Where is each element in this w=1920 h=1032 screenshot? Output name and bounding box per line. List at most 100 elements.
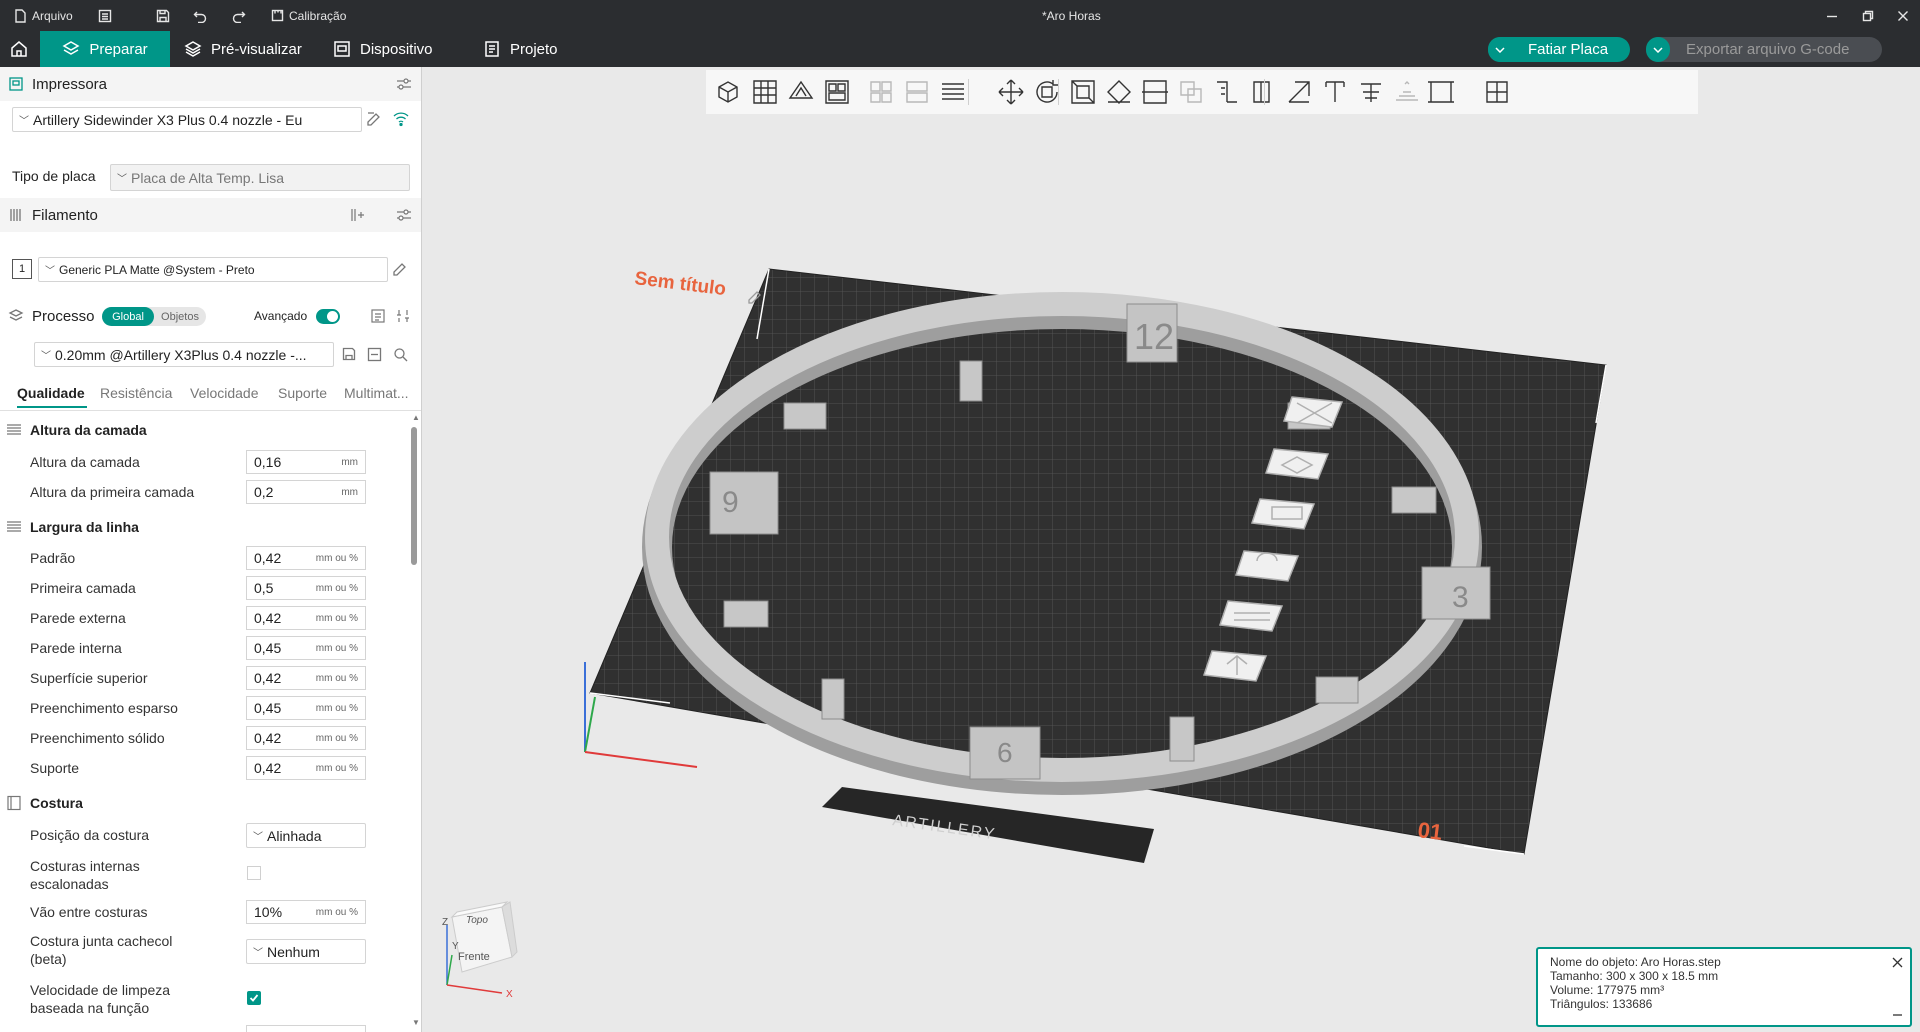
close-info-icon[interactable] bbox=[1892, 957, 1903, 968]
delete-plate-icon[interactable] bbox=[1282, 396, 1344, 428]
tab-suporte[interactable]: Suporte bbox=[278, 385, 327, 401]
list-menu-button[interactable] bbox=[98, 0, 112, 31]
first-layer-height-input[interactable]: 0,2 mm bbox=[246, 480, 366, 504]
tab-pre-visualizar[interactable]: Pré-visualizar bbox=[184, 31, 302, 67]
scroll-down-icon[interactable]: ▼ bbox=[412, 1018, 420, 1027]
save-preset-button[interactable] bbox=[339, 344, 359, 364]
process-profile-select[interactable]: ﹀ 0.20mm @Artillery X3Plus 0.4 nozzle -.… bbox=[34, 342, 334, 367]
cube-x-axis bbox=[446, 984, 503, 994]
line-width-inner-wall-input[interactable]: 0,45 mm ou % bbox=[246, 636, 366, 660]
object-triangles: Triângulos: 133686 bbox=[1550, 997, 1653, 1011]
layer-height-input[interactable]: 0,16 mm bbox=[246, 450, 366, 474]
printer-settings-sliders-icon[interactable] bbox=[396, 77, 412, 91]
filament-settings-sliders-icon[interactable] bbox=[396, 208, 412, 222]
tab-resistencia[interactable]: Resistência bbox=[100, 385, 172, 401]
line-width-icon bbox=[7, 521, 21, 532]
scrollbar-thumb[interactable] bbox=[411, 427, 417, 565]
undo-button[interactable] bbox=[193, 0, 207, 31]
filament-select[interactable]: ﹀ Generic PLA Matte @System - Preto bbox=[38, 257, 388, 282]
filament-slot-badge[interactable]: 1 bbox=[12, 259, 32, 279]
hour-marker-12[interactable]: 12 bbox=[1126, 303, 1178, 363]
minimize-info-icon[interactable] bbox=[1892, 1009, 1903, 1020]
search-settings-button[interactable] bbox=[390, 344, 410, 364]
seam-gap-input[interactable]: 10% mm ou % bbox=[246, 900, 366, 924]
settings-scrollbar[interactable]: ▲ ▼ bbox=[409, 413, 420, 1030]
scope-objects-button[interactable]: Objetos bbox=[154, 307, 206, 326]
add-filament-icon[interactable] bbox=[350, 207, 366, 223]
scope-global-button[interactable]: Global bbox=[102, 307, 154, 326]
tab-projeto-label: Projeto bbox=[510, 40, 558, 58]
scroll-up-icon[interactable]: ▲ bbox=[412, 413, 420, 422]
process-scope-toggle: Global Objetos bbox=[102, 307, 206, 326]
calibration-menu-button[interactable]: Calibração bbox=[271, 0, 346, 31]
tab-multimat[interactable]: Multimat... bbox=[344, 385, 409, 401]
build-plate-scene[interactable]: ARTILLERY 12 3 6 9 Sem título 01 bbox=[422, 67, 1920, 1032]
arrange-plate-icon[interactable] bbox=[1264, 448, 1330, 480]
scope-objects-label: Objetos bbox=[161, 310, 199, 323]
minimize-button[interactable] bbox=[1826, 0, 1838, 31]
object-name: Nome do objeto: Aro Horas.step bbox=[1550, 955, 1721, 969]
hour-marker-3[interactable]: 3 bbox=[1421, 566, 1491, 620]
line-width-support-input[interactable]: 0,42 mm ou % bbox=[246, 756, 366, 780]
tab-dispositivo[interactable]: Dispositivo bbox=[333, 31, 433, 67]
redo-button[interactable] bbox=[232, 0, 246, 31]
line-width-first-layer-label: Primeira camada bbox=[30, 580, 136, 596]
line-width-default-input[interactable]: 0,42 mm ou % bbox=[246, 546, 366, 570]
group-line-width-title: Largura da linha bbox=[30, 519, 139, 535]
close-window-button[interactable] bbox=[1897, 0, 1909, 31]
plate-number-label: 01 bbox=[1416, 817, 1443, 845]
move-plate-up-icon[interactable] bbox=[1202, 650, 1268, 682]
filament-section-header[interactable]: Filamento bbox=[0, 198, 421, 232]
file-menu-button[interactable]: Arquivo bbox=[14, 0, 73, 31]
seam-position-select[interactable]: ﹀ Alinhada bbox=[246, 823, 366, 848]
line-width-solid-infill-input[interactable]: 0,42 mm ou % bbox=[246, 726, 366, 750]
save-button[interactable] bbox=[156, 0, 170, 31]
advanced-toggle[interactable] bbox=[316, 309, 340, 324]
view-cube[interactable]: Topo Frente Z Y X bbox=[422, 897, 542, 1032]
line-width-support-unit: mm ou % bbox=[315, 762, 358, 774]
next-setting-input-partial[interactable] bbox=[246, 1025, 366, 1032]
export-gcode-button[interactable]: Exportar arquivo G-code bbox=[1646, 37, 1882, 62]
hour-marker-9[interactable]: 9 bbox=[709, 471, 779, 535]
printer-connection-button[interactable] bbox=[391, 109, 411, 129]
line-width-sparse-infill-input[interactable]: 0,45 mm ou % bbox=[246, 696, 366, 720]
edit-printer-button[interactable] bbox=[364, 109, 384, 129]
printer-select[interactable]: ﹀ Artillery Sidewinder X3 Plus 0.4 nozzl… bbox=[12, 107, 362, 132]
slice-dropdown-chevron-icon[interactable] bbox=[1488, 37, 1512, 62]
seam-position-value: Alinhada bbox=[267, 827, 322, 844]
collapse-preset-button[interactable] bbox=[364, 344, 384, 364]
scarf-seam-select[interactable]: ﹀ Nenhum bbox=[246, 939, 366, 964]
group-layer-height: Altura da camada bbox=[6, 419, 147, 441]
tab-projeto[interactable]: Projeto bbox=[483, 31, 558, 67]
view-cube-top-label: Topo bbox=[466, 915, 488, 926]
line-width-top-surface-input[interactable]: 0,42 mm ou % bbox=[246, 666, 366, 690]
slice-plate-button[interactable]: Fatiar Placa bbox=[1488, 37, 1630, 62]
hour-marker-6[interactable]: 6 bbox=[969, 726, 1041, 780]
calibration-label: Calibração bbox=[289, 8, 347, 23]
process-list-icon[interactable] bbox=[370, 308, 386, 324]
line-width-first-layer-input[interactable]: 0,5 mm ou % bbox=[246, 576, 366, 600]
export-dropdown-chevron-icon[interactable] bbox=[1646, 37, 1670, 62]
line-width-outer-wall-input[interactable]: 0,42 mm ou % bbox=[246, 606, 366, 630]
home-tab[interactable] bbox=[0, 31, 38, 67]
orient-plate-icon[interactable] bbox=[1250, 498, 1316, 530]
chevron-down-icon: ﹀ bbox=[117, 174, 127, 185]
file-menu-label: Arquivo bbox=[32, 8, 73, 23]
restore-button[interactable] bbox=[1862, 0, 1874, 31]
tab-velocidade[interactable]: Velocidade bbox=[190, 385, 259, 401]
tab-qualidade[interactable]: Qualidade bbox=[17, 385, 85, 401]
process-section-header[interactable]: Processo Global Objetos Avançado bbox=[0, 299, 421, 333]
save-icon bbox=[342, 347, 355, 360]
3d-viewport[interactable]: ARTILLERY 12 3 6 9 Sem título 01 Topo Fr… bbox=[422, 67, 1920, 1032]
preview-layers-icon bbox=[184, 41, 202, 57]
tab-preparar[interactable]: Preparar bbox=[40, 31, 170, 67]
wipe-speed-checkbox[interactable] bbox=[247, 991, 261, 1005]
compare-presets-icon[interactable] bbox=[396, 308, 412, 324]
lock-plate-icon[interactable] bbox=[1234, 550, 1300, 582]
staggered-seams-checkbox[interactable] bbox=[247, 866, 261, 880]
plate-name-label[interactable]: Sem título bbox=[633, 268, 727, 300]
edit-filament-button[interactable] bbox=[390, 259, 410, 279]
printer-section-header[interactable]: Impressora bbox=[0, 67, 421, 101]
plate-settings-icon[interactable] bbox=[1218, 600, 1284, 632]
plate-type-select[interactable]: ﹀ Placa de Alta Temp. Lisa bbox=[110, 164, 410, 191]
